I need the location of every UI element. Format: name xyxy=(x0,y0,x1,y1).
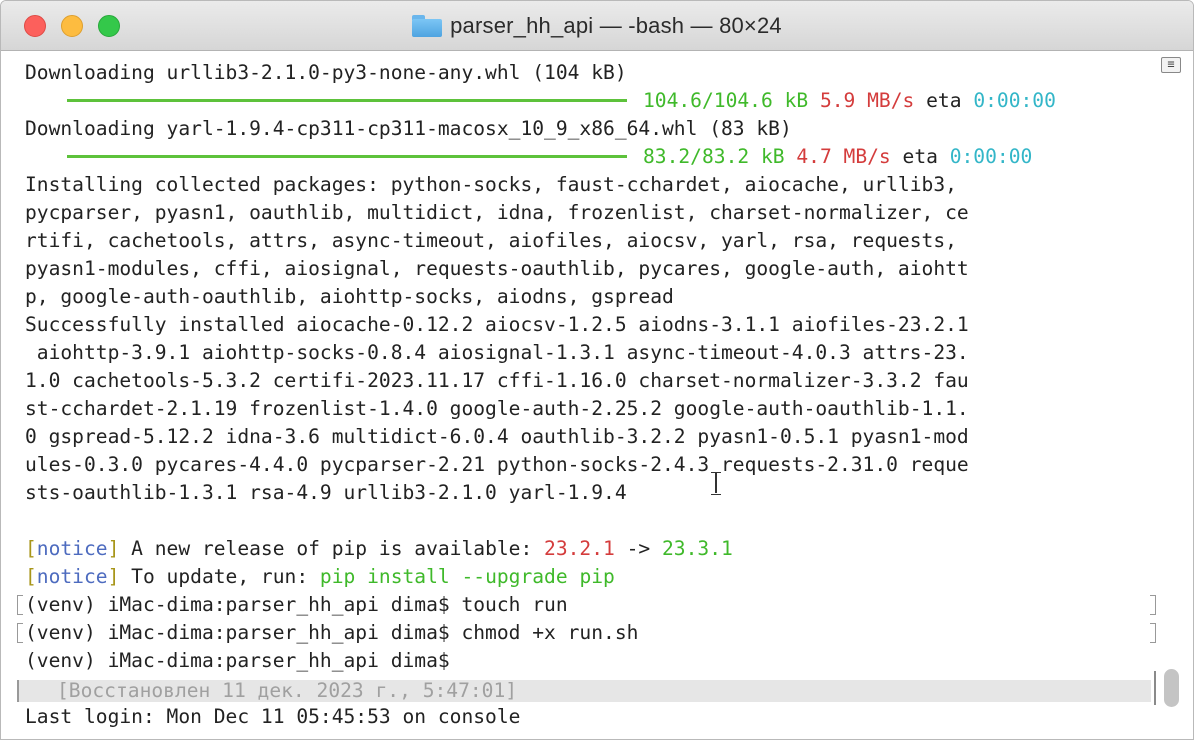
terminal-line: Successfully installed aiocache-0.12.2 a… xyxy=(25,313,969,336)
shell-prompt-line: (venv) iMac-dima:parser_hh_api dima$ chm… xyxy=(25,621,639,644)
progress-bar xyxy=(67,155,627,158)
terminal-line: 0 gspread-5.12.2 idna-3.6 multidict-6.0.… xyxy=(25,425,969,448)
progress-unit: kB xyxy=(760,145,785,168)
last-login-line: Last login: Mon Dec 11 05:45:53 on conso… xyxy=(25,705,521,728)
ibeam-cursor-icon xyxy=(711,471,721,495)
terminal-line: pyasn1-modules, cffi, aiosignal, request… xyxy=(25,257,969,280)
pip-notice-line: [notice] A new release of pip is availab… xyxy=(25,537,733,560)
pip-update-line: [notice] To update, run: pip install --u… xyxy=(25,565,615,588)
terminal-line: ules-0.3.0 pycares-4.4.0 pycparser-2.21 … xyxy=(25,453,969,476)
progress-speed: 4.7 MB/s xyxy=(796,145,891,168)
terminal-line: 1.0 cachetools-5.3.2 certifi-2023.11.17 … xyxy=(25,369,969,392)
terminal-output[interactable]: ≡ Downloading urllib3-2.1.0-py3-none-any… xyxy=(1,51,1193,739)
title-bar[interactable]: parser_hh_api — -bash — 80×24 xyxy=(1,1,1193,51)
terminal-line: Downloading urllib3-2.1.0-py3-none-any.w… xyxy=(25,61,627,84)
progress-bar xyxy=(67,99,627,102)
pip-upgrade-command: pip install --upgrade pip xyxy=(319,565,615,588)
notice-tag: notice xyxy=(36,537,108,560)
command-mark-left xyxy=(17,623,23,643)
terminal-line: st-cchardet-2.1.19 frozenlist-1.4.0 goog… xyxy=(25,397,969,420)
notice-tag: notice xyxy=(36,565,108,588)
scroll-divider xyxy=(1154,671,1156,705)
progress-unit: kB xyxy=(784,89,809,112)
progress-eta-label: eta xyxy=(926,89,962,112)
window-title-text: parser_hh_api — -bash — 80×24 xyxy=(450,13,782,38)
command-mark-left xyxy=(17,595,23,615)
progress-stats: 104.6/104.6 kB 5.9 MB/s eta 0:00:00 xyxy=(643,87,1056,115)
progress-speed: 5.9 MB/s xyxy=(819,89,915,112)
pip-old-version: 23.2.1 xyxy=(544,537,615,560)
progress-done: 83.2/83.2 xyxy=(643,145,750,168)
folder-icon xyxy=(412,15,443,37)
terminal-line: aiohttp-3.9.1 aiohttp-socks-0.8.4 aiosig… xyxy=(25,341,969,364)
pip-new-version: 23.3.1 xyxy=(662,537,733,560)
terminal-line: sts-oauthlib-1.3.1 rsa-4.9 urllib3-2.1.0… xyxy=(25,481,627,504)
progress-eta: 0:00:00 xyxy=(973,89,1056,112)
terminal-line: pycparser, pyasn1, oauthlib, multidict, … xyxy=(25,201,969,224)
session-restored-text: [Восстановлен 11 дек. 2023 г., 5:47:01] xyxy=(57,679,518,702)
command-mark-right xyxy=(1150,623,1156,643)
scrollbar-thumb[interactable] xyxy=(1164,669,1179,707)
window-title: parser_hh_api — -bash — 80×24 xyxy=(1,1,1193,51)
shell-prompt-line: (venv) iMac-dima:parser_hh_api dima$ xyxy=(25,649,450,672)
terminal-line: rtifi, cachetools, attrs, async-timeout,… xyxy=(25,229,957,252)
split-pane-icon[interactable]: ≡ xyxy=(1161,57,1181,73)
shell-prompt-line: (venv) iMac-dima:parser_hh_api dima$ tou… xyxy=(25,593,568,616)
command-mark-right xyxy=(1150,595,1156,615)
terminal-line: p, google-auth-oauthlib, aiohttp-socks, … xyxy=(25,285,674,308)
progress-eta-label: eta xyxy=(902,145,938,168)
terminal-line: Downloading yarl-1.9.4-cp311-cp311-macos… xyxy=(25,117,792,140)
progress-stats: 83.2/83.2 kB 4.7 MB/s eta 0:00:00 xyxy=(643,143,1032,171)
terminal-line: Installing collected packages: python-so… xyxy=(25,173,957,196)
progress-done: 104.6/104.6 xyxy=(643,89,773,112)
progress-eta: 0:00:00 xyxy=(949,145,1033,168)
terminal-window: parser_hh_api — -bash — 80×24 ≡ Download… xyxy=(0,0,1194,740)
